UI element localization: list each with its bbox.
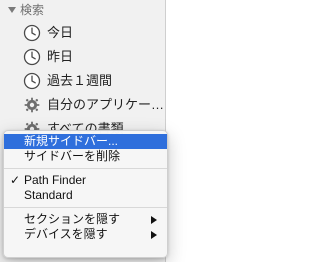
- submenu-arrow-icon: [151, 231, 157, 239]
- gear-icon: [23, 96, 41, 114]
- sidebar-item-today[interactable]: 今日: [23, 22, 73, 44]
- finder-window: 検索 今日 昨日 過去１週間 自分のアプリケー… すべての書類 新規サイドバー.…: [0, 0, 300, 262]
- sidebar-item-last-week[interactable]: 過去１週間: [23, 70, 112, 92]
- menu-item-standard[interactable]: Standard: [4, 188, 167, 203]
- clock-icon: [23, 24, 41, 42]
- menu-item-label: Standard: [24, 188, 73, 202]
- sidebar-item-label: 昨日: [47, 49, 74, 64]
- section-title: 検索: [20, 2, 45, 17]
- menu-item-label: サイドバーを削除: [24, 149, 121, 163]
- menu-item-label: 新規サイドバー...: [24, 134, 119, 148]
- menu-item-hide-devices[interactable]: デバイスを隠す: [4, 227, 167, 242]
- menu-item-label: Path Finder: [24, 173, 87, 187]
- menu-separator: [4, 207, 167, 208]
- menu-item-hide-sections[interactable]: セクションを隠す: [4, 212, 167, 227]
- sidebar-item-yesterday[interactable]: 昨日: [23, 46, 73, 68]
- menu-item-path-finder[interactable]: ✓ Path Finder: [4, 173, 167, 188]
- menu-item-remove-sidebar[interactable]: サイドバーを削除: [4, 149, 167, 164]
- menu-item-label: セクションを隠す: [24, 212, 121, 226]
- clock-icon: [23, 72, 41, 90]
- context-menu: 新規サイドバー... サイドバーを削除 ✓ Path Finder Standa…: [3, 130, 168, 258]
- sidebar-item-label: 今日: [47, 25, 74, 40]
- disclosure-triangle-icon[interactable]: [8, 6, 16, 13]
- clock-icon: [23, 48, 41, 66]
- content-area: [167, 0, 300, 262]
- menu-separator: [4, 168, 167, 169]
- sidebar-item-my-applications[interactable]: 自分のアプリケー…: [23, 94, 164, 116]
- sidebar-item-label: 過去１週間: [47, 73, 113, 88]
- sidebar-item-label: 自分のアプリケー…: [47, 97, 165, 112]
- menu-item-label: デバイスを隠す: [24, 227, 108, 241]
- submenu-arrow-icon: [151, 216, 157, 224]
- sidebar-section-header-search[interactable]: 検索: [8, 0, 44, 18]
- menu-item-new-sidebar[interactable]: 新規サイドバー...: [4, 134, 167, 149]
- checkmark-icon: ✓: [10, 173, 21, 187]
